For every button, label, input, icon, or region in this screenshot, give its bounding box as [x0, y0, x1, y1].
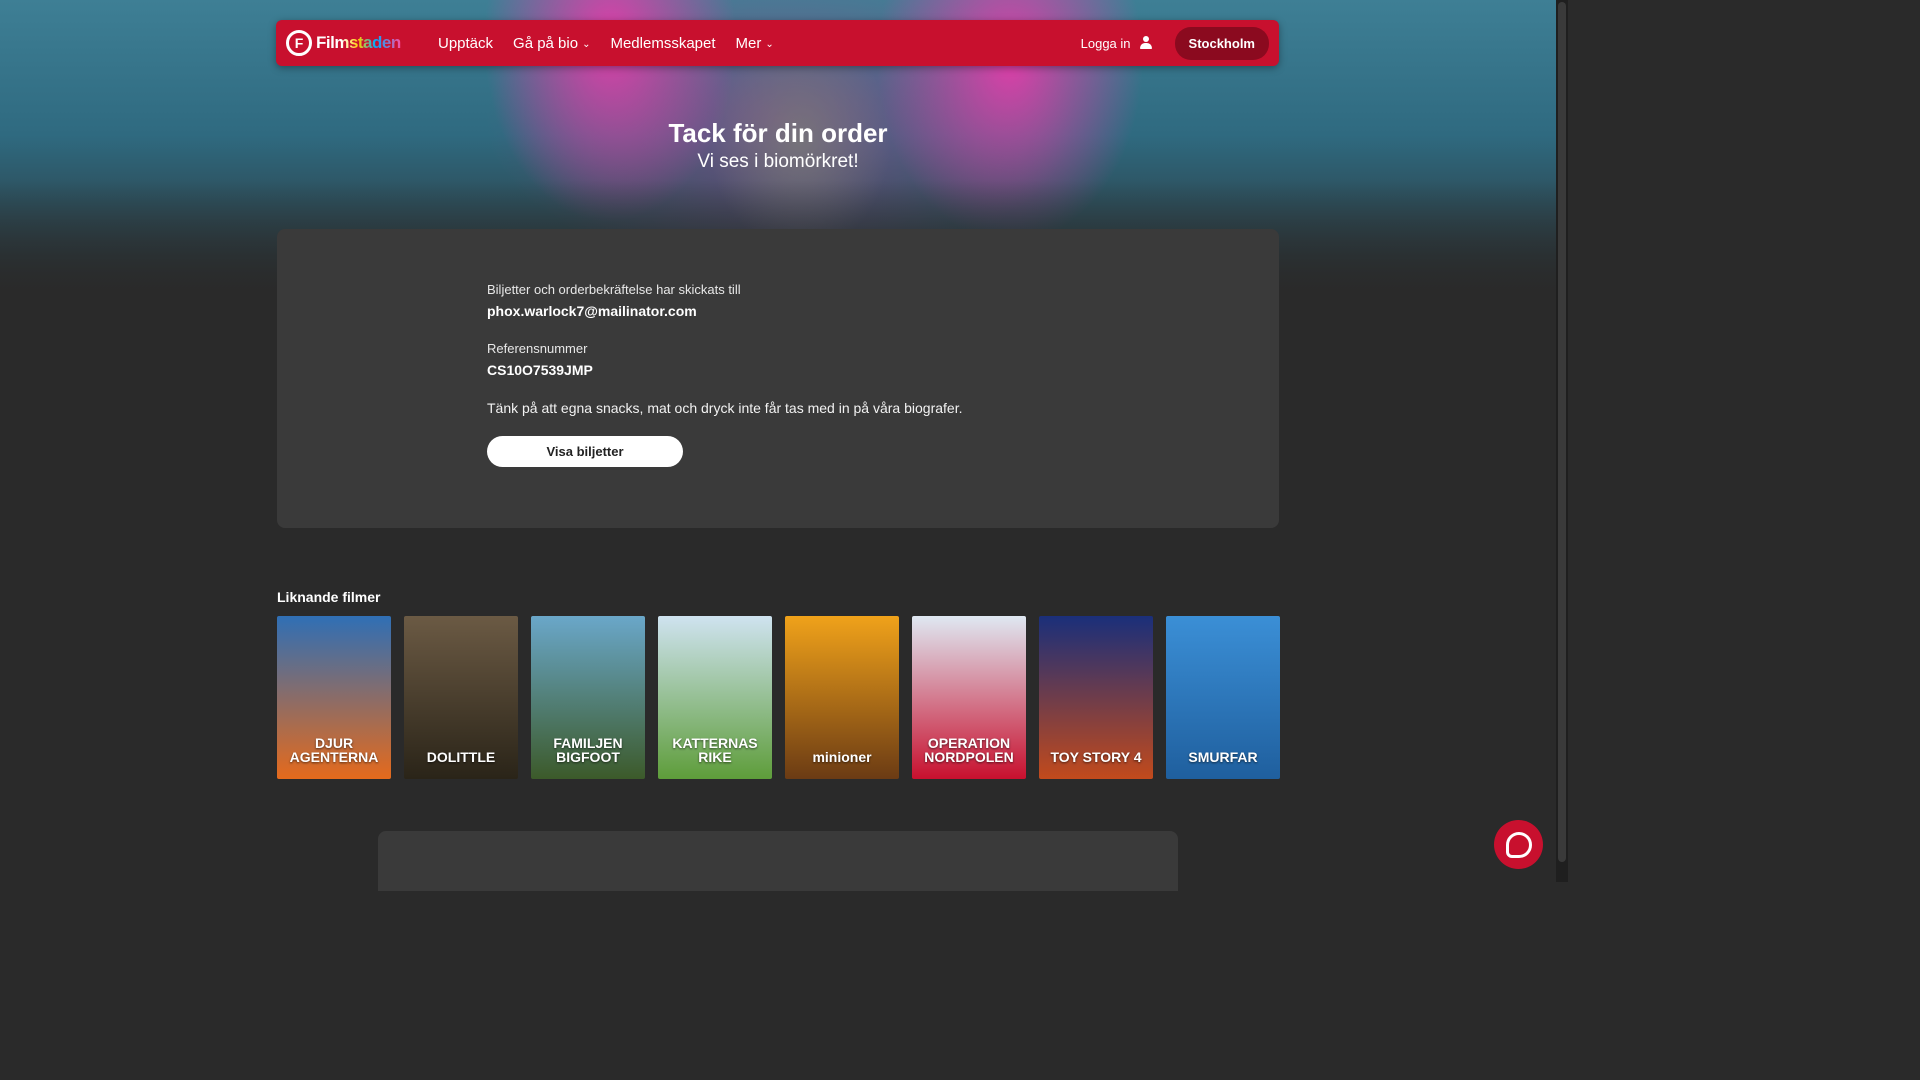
nav-links: Upptäck Gå på bio ⌄ Medlemsskapet Mer ⌄: [438, 35, 774, 52]
nav-item-mer[interactable]: Mer ⌄: [736, 35, 774, 52]
movie-poster[interactable]: DJUR AGENTERNA: [277, 616, 391, 779]
page-subtitle: Vi ses i biomörkret!: [697, 151, 859, 172]
view-tickets-button[interactable]: Visa biljetter: [487, 436, 683, 467]
nav-label: Mer: [735, 34, 762, 52]
city-selector-button[interactable]: Stockholm: [1174, 26, 1269, 60]
similar-movies-list: DJUR AGENTERNA DOLITTLE FAMILJEN BIGFOOT…: [277, 616, 1280, 779]
chat-bubble-icon: [1505, 831, 1532, 858]
scrollbar-thumb[interactable]: [1558, 2, 1566, 862]
nav-item-upptack[interactable]: Upptäck: [438, 35, 493, 52]
poster-title: KATTERNAS RIKE: [672, 734, 758, 766]
order-confirmation-card: Biljetter och orderbekräftelse har skick…: [277, 229, 1279, 528]
footer-panel: [378, 831, 1178, 891]
page-title: Tack för din order: [668, 118, 888, 148]
similar-movies-title: Liknande filmer: [277, 589, 381, 605]
nav-label: Gå på bio: [513, 34, 579, 52]
logo-text: Filmstaden: [316, 33, 401, 52]
nav-label: Upptäck: [438, 34, 494, 52]
movie-poster[interactable]: OPERATION NORDPOLEN: [912, 616, 1026, 779]
movie-poster[interactable]: FAMILJEN BIGFOOT: [531, 616, 645, 779]
login-label: Logga in: [1080, 35, 1131, 51]
user-icon: [1139, 36, 1153, 50]
nav-label: Medlemsskapet: [610, 34, 716, 52]
reference-value: CS10O7539JMP: [487, 362, 593, 378]
movie-poster[interactable]: minioner: [785, 616, 899, 779]
scrollbar[interactable]: [1556, 0, 1568, 882]
nav-right: Logga in Stockholm: [1081, 26, 1269, 60]
chat-support-button[interactable]: [1494, 820, 1543, 869]
logo-icon: F: [286, 30, 312, 56]
confirmation-heading: Tack för din order Vi ses i biomörkret!: [0, 118, 1556, 173]
movie-poster[interactable]: KATTERNAS RIKE: [658, 616, 772, 779]
sent-to-label: Biljetter och orderbekräftelse har skick…: [487, 282, 741, 297]
chevron-down-icon: ⌄: [582, 38, 591, 50]
logo[interactable]: F Filmstaden: [286, 30, 426, 56]
movie-poster[interactable]: TOY STORY 4: [1039, 616, 1153, 779]
email-value: phox.warlock7@mailinator.com: [487, 303, 697, 319]
snacks-notice: Tänk på att egna snacks, mat och dryck i…: [487, 400, 963, 416]
top-navbar: F Filmstaden Upptäck Gå på bio ⌄ Medlemss…: [276, 20, 1279, 66]
movie-poster[interactable]: SMURFAR: [1166, 616, 1280, 779]
poster-title: FAMILJEN BIGFOOT: [553, 734, 623, 766]
movie-poster[interactable]: DOLITTLE: [404, 616, 518, 779]
reference-label: Referensnummer: [487, 341, 588, 356]
poster-title: DJUR AGENTERNA: [289, 734, 379, 766]
poster-title: SMURFAR: [1188, 749, 1258, 766]
poster-title: OPERATION NORDPOLEN: [924, 734, 1014, 766]
nav-item-ga-pa-bio[interactable]: Gå på bio ⌄: [513, 35, 590, 52]
login-button[interactable]: Logga in: [1081, 36, 1153, 51]
poster-title: DOLITTLE: [426, 749, 496, 766]
nav-item-medlemsskapet[interactable]: Medlemsskapet: [610, 35, 715, 52]
chevron-down-icon: ⌄: [765, 38, 774, 50]
poster-title: TOY STORY 4: [1050, 749, 1142, 766]
poster-title: minioner: [812, 749, 872, 766]
